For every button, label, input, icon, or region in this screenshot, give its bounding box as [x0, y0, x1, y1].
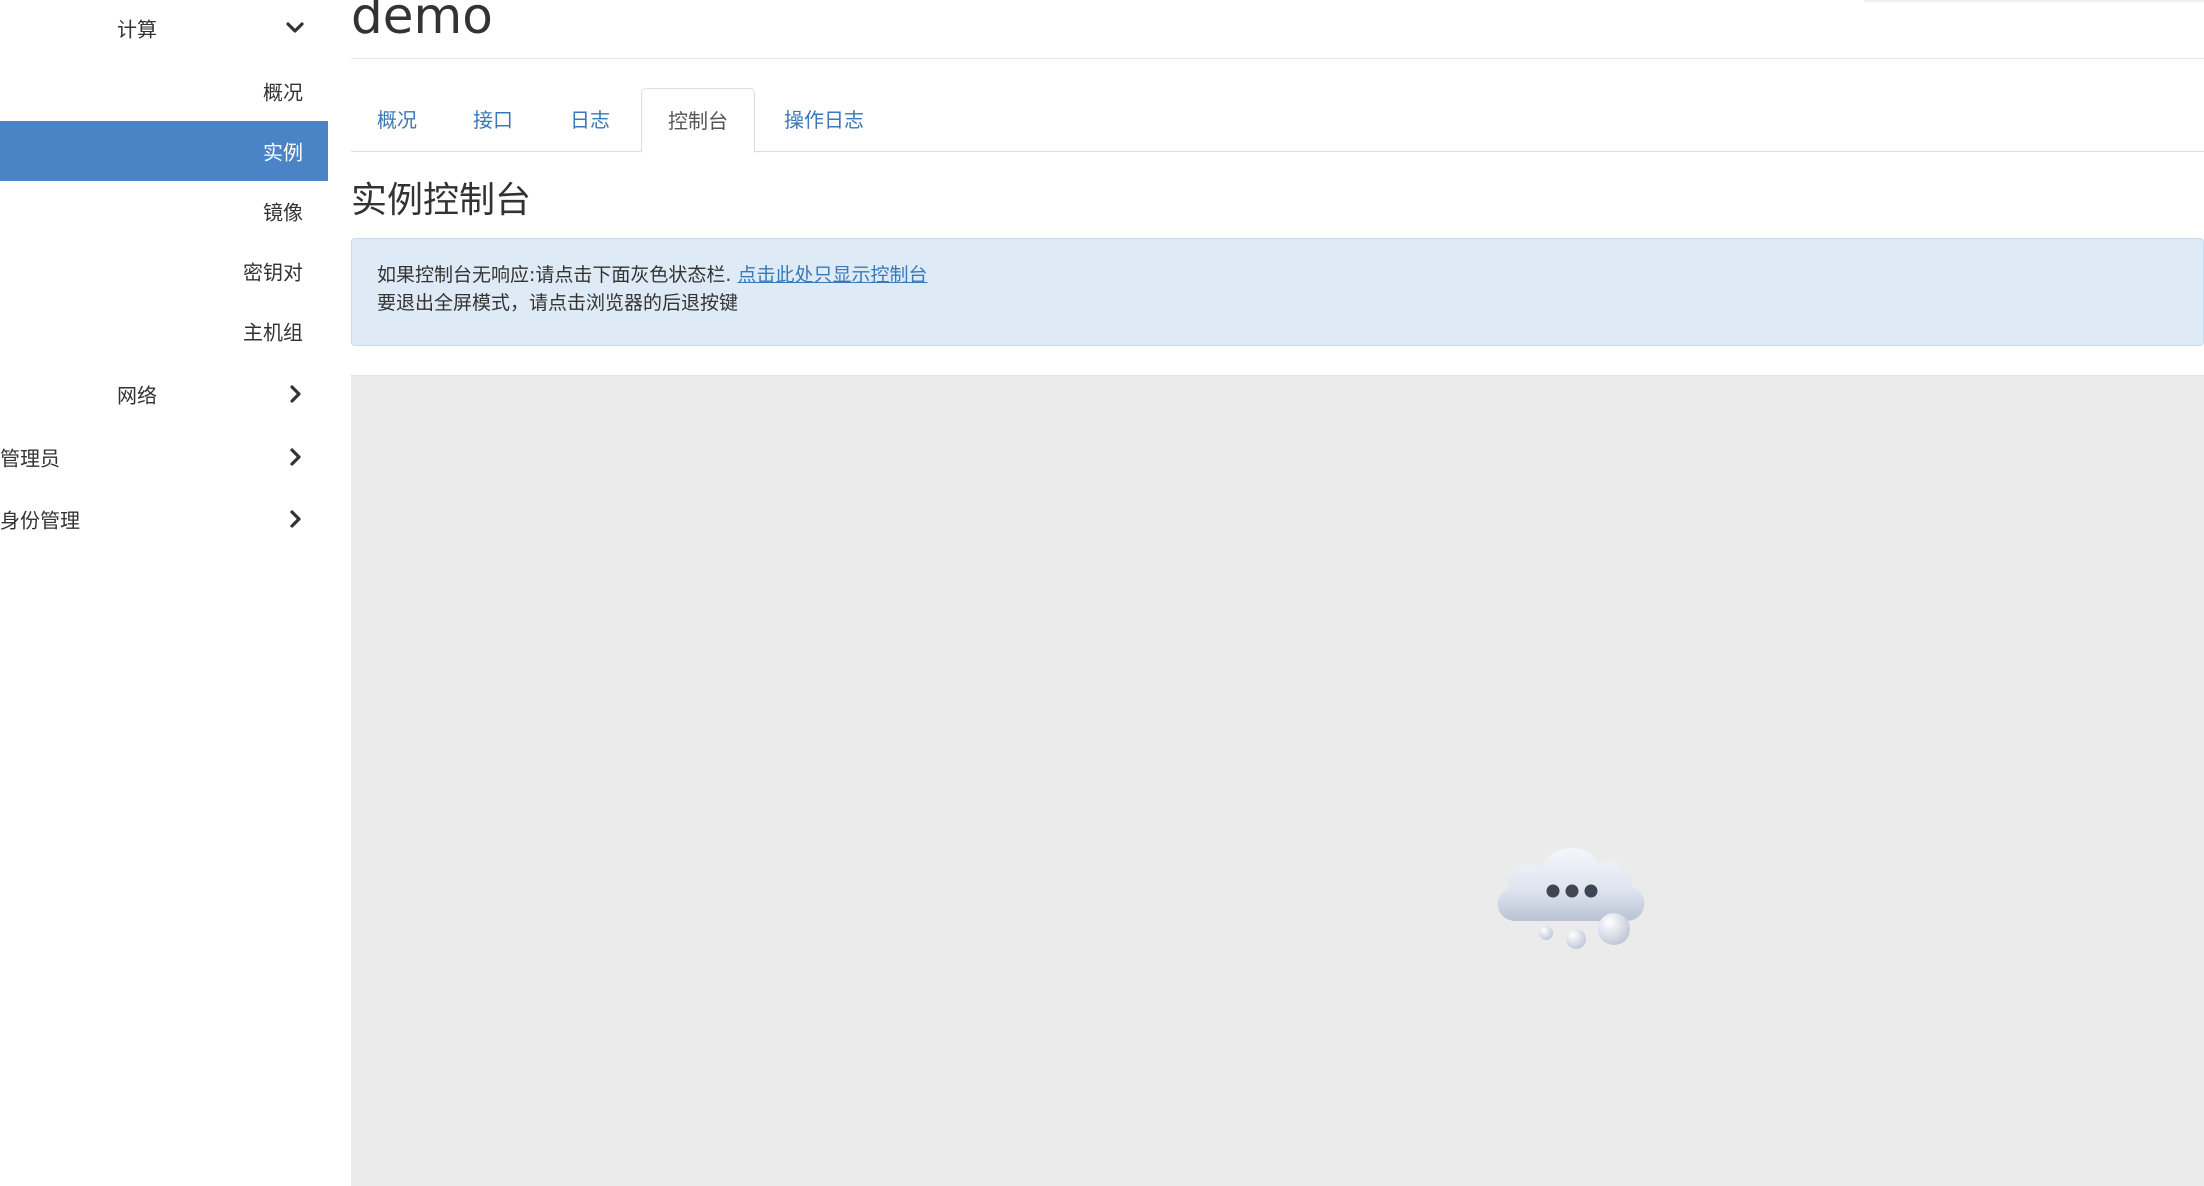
sidebar-item-label: 镜像 [263, 200, 303, 225]
tab-action-log[interactable]: 操作日志 [758, 88, 890, 152]
info-line-2: 要退出全屏模式，请点击浏览器的后退按键 [377, 292, 739, 314]
sidebar-item-network[interactable]: 网络 [0, 364, 328, 424]
page-title: demo [351, 0, 493, 45]
sidebar-subitem-instances[interactable]: 实例 [0, 121, 328, 181]
info-alert: 如果控制台无响应:请点击下面灰色状态栏. 点击此处只显示控制台 要退出全屏模式，… [351, 238, 2204, 346]
cloud-loading-icon [1486, 821, 1656, 951]
info-line-1: 如果控制台无响应:请点击下面灰色状态栏. 点击此处只显示控制台 [377, 261, 2178, 289]
sidebar-subitem-overview[interactable]: 概况 [0, 61, 328, 121]
sidebar-item-identity[interactable]: 身份管理 [0, 489, 328, 549]
sidebar-subitem-keypairs[interactable]: 密钥对 [0, 241, 328, 301]
sidebar-item-label: 网络 [117, 383, 157, 408]
console-frame[interactable] [351, 375, 2204, 1186]
sidebar-item-admin[interactable]: 管理员 [0, 427, 328, 487]
chevron-down-icon [284, 17, 306, 39]
sidebar-item-label: 实例 [263, 140, 303, 165]
info-text: 如果控制台无响应:请点击下面灰色状态栏. [377, 264, 738, 286]
chevron-right-icon [284, 508, 306, 530]
title-divider [351, 58, 2204, 59]
main-content: demo 概况 接口 日志 控制台 操作日志 实例控制台 如果控制台无响应:请点… [351, 0, 2204, 1186]
tab-log[interactable]: 日志 [544, 88, 636, 152]
page: 计算 概况 实例 镜像 密钥对 主机组 网络 管理员 身份管理 demo 概况 … [0, 0, 2204, 1186]
tab-overview[interactable]: 概况 [351, 88, 443, 152]
top-right-shadow [1864, 0, 2204, 4]
sidebar-item-label: 主机组 [243, 320, 303, 345]
sidebar-item-label: 计算 [117, 17, 157, 42]
section-title: 实例控制台 [351, 180, 532, 221]
tab-interfaces[interactable]: 接口 [447, 88, 539, 152]
tab-console[interactable]: 控制台 [641, 88, 755, 153]
sidebar-item-label: 概况 [263, 80, 303, 105]
sidebar-item-compute[interactable]: 计算 [0, 0, 328, 58]
console-only-link[interactable]: 点击此处只显示控制台 [737, 264, 927, 286]
sidebar-subitem-host-groups[interactable]: 主机组 [0, 301, 328, 361]
sidebar-item-label: 管理员 [0, 446, 60, 471]
sidebar: 计算 概况 实例 镜像 密钥对 主机组 网络 管理员 身份管理 [0, 0, 328, 1186]
tab-bar: 概况 接口 日志 控制台 操作日志 [351, 88, 2204, 153]
chevron-right-icon [284, 383, 306, 405]
sidebar-subitem-images[interactable]: 镜像 [0, 181, 328, 241]
sidebar-item-label: 密钥对 [243, 260, 303, 285]
sidebar-item-label: 身份管理 [0, 508, 80, 533]
chevron-right-icon [284, 446, 306, 468]
